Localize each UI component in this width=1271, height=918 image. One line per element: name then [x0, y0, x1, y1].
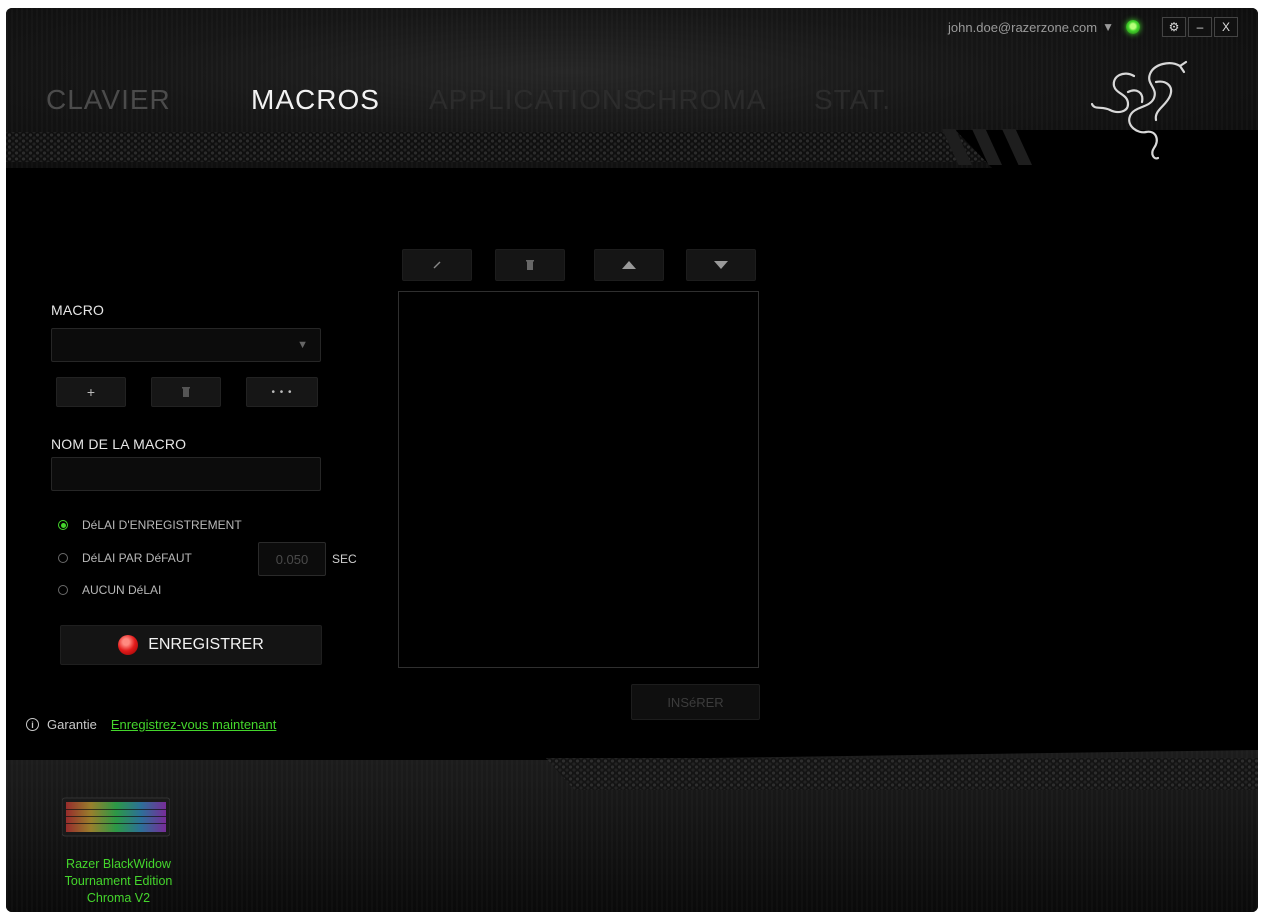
- radio-icon: [58, 585, 68, 595]
- tab-macros[interactable]: MACROS: [251, 84, 380, 116]
- delete-macro-button[interactable]: [151, 377, 221, 407]
- tab-chroma[interactable]: CHROMA: [636, 84, 766, 116]
- minimize-button[interactable]: –: [1188, 17, 1212, 37]
- delay-option-default[interactable]: DéLAI PAR DéFAUT: [58, 551, 192, 565]
- info-icon: i: [26, 718, 39, 731]
- macro-name-label: NOM DE LA MACRO: [51, 436, 187, 452]
- delay-option-label: DéLAI D'ENREGISTREMENT: [82, 518, 242, 532]
- macro-name-input[interactable]: [51, 457, 321, 491]
- radio-selected-icon: [58, 520, 68, 530]
- warranty-label: Garantie: [47, 717, 97, 732]
- razer-synapse-window: john.doe@razerzone.com ▼ ⚙ – X CLAVIER M…: [6, 8, 1258, 912]
- move-down-button[interactable]: [686, 249, 756, 281]
- trash-icon: [182, 387, 190, 397]
- close-button[interactable]: X: [1214, 17, 1238, 37]
- warranty-row: i Garantie Enregistrez-vous maintenant: [26, 717, 276, 732]
- caret-down-icon: ▼: [1102, 20, 1114, 34]
- razer-snake-logo-icon: [1090, 60, 1188, 160]
- arrow-up-icon: [622, 261, 636, 269]
- arrow-down-icon: [714, 261, 728, 269]
- device-name-line: Razer BlackWidow: [66, 857, 171, 871]
- delete-event-button[interactable]: [495, 249, 565, 281]
- keyboard-icon: [62, 797, 170, 837]
- more-options-button[interactable]: • • •: [246, 377, 318, 407]
- device-name-line: Chroma V2: [86, 891, 151, 905]
- online-status-icon: [1126, 20, 1140, 34]
- record-button-label: ENREGISTRER: [148, 636, 264, 653]
- default-delay-input[interactable]: 0.050: [258, 542, 326, 576]
- insert-button[interactable]: INSéRER: [631, 684, 760, 720]
- window-controls: ⚙ – X: [1162, 17, 1238, 37]
- macro-label: MACRO: [51, 302, 105, 318]
- pencil-icon: [433, 261, 441, 269]
- tab-stat[interactable]: STAT.: [814, 84, 891, 116]
- macro-event-list[interactable]: [398, 291, 759, 668]
- record-icon: [118, 635, 139, 655]
- edit-event-button[interactable]: [402, 249, 472, 281]
- delay-option-none[interactable]: AUCUN DéLAI: [58, 583, 161, 597]
- add-macro-button[interactable]: +: [56, 377, 126, 407]
- delay-option-recorded[interactable]: DéLAI D'ENREGISTREMENT: [58, 518, 242, 532]
- account-email: john.doe@razerzone.com: [948, 19, 1098, 35]
- device-name-line: Tournament Edition: [64, 874, 173, 888]
- chevron-down-icon: ▼: [297, 339, 308, 351]
- top-bar: john.doe@razerzone.com ▼ ⚙ – X: [948, 16, 1238, 38]
- footer-hex-pattern: [546, 758, 1258, 790]
- tab-applications[interactable]: APPLICATIONS: [429, 84, 643, 116]
- macro-select[interactable]: ▼: [51, 328, 321, 362]
- trash-icon: [526, 260, 534, 270]
- delay-unit-label: SEC: [332, 552, 357, 566]
- record-button[interactable]: ENREGISTRER: [60, 625, 322, 665]
- header: john.doe@razerzone.com ▼ ⚙ – X CLAVIER M…: [6, 8, 1258, 170]
- delay-option-label: DéLAI PAR DéFAUT: [82, 551, 192, 565]
- delay-option-label: AUCUN DéLAI: [82, 583, 162, 597]
- account-menu[interactable]: john.doe@razerzone.com ▼: [948, 20, 1114, 35]
- move-up-button[interactable]: [594, 249, 664, 281]
- register-link[interactable]: Enregistrez-vous maintenant: [111, 717, 276, 732]
- tab-clavier[interactable]: CLAVIER: [46, 84, 171, 116]
- device-name: Razer BlackWidow Tournament Edition Chro…: [36, 856, 201, 907]
- radio-icon: [58, 553, 68, 563]
- settings-button[interactable]: ⚙: [1162, 17, 1186, 37]
